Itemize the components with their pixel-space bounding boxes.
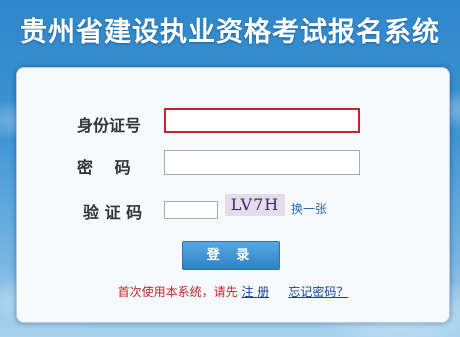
password-input[interactable] <box>164 150 360 175</box>
register-hint: 首次使用本系统，请先 注 册 忘记密码？ <box>17 283 449 300</box>
change-captcha-link[interactable]: 换一张 <box>291 200 327 217</box>
captcha-label: 验 证 码 <box>83 203 143 222</box>
id-number-label: 身份证号 <box>77 116 142 135</box>
captcha-input[interactable] <box>164 201 218 219</box>
id-number-input[interactable] <box>164 108 360 133</box>
password-row: 密 码 <box>17 150 449 180</box>
password-label: 密 码 <box>77 158 131 177</box>
forgot-password-link[interactable]: 忘记密码？ <box>288 285 348 299</box>
captcha-row: 验 证 码 LV7H 换一张 <box>17 194 449 224</box>
login-panel: 身份证号 密 码 验 证 码 LV7H 换一张 登 录 首次使用本系统，请先 注… <box>16 67 450 323</box>
page-title: 贵州省建设执业资格考试报名系统 <box>20 17 440 48</box>
register-link[interactable]: 注 册 <box>241 285 269 299</box>
register-hint-text: 首次使用本系统，请先 <box>117 285 238 299</box>
login-button[interactable]: 登 录 <box>182 241 280 270</box>
captcha-image[interactable]: LV7H <box>225 194 285 216</box>
id-row: 身份证号 <box>17 108 449 138</box>
